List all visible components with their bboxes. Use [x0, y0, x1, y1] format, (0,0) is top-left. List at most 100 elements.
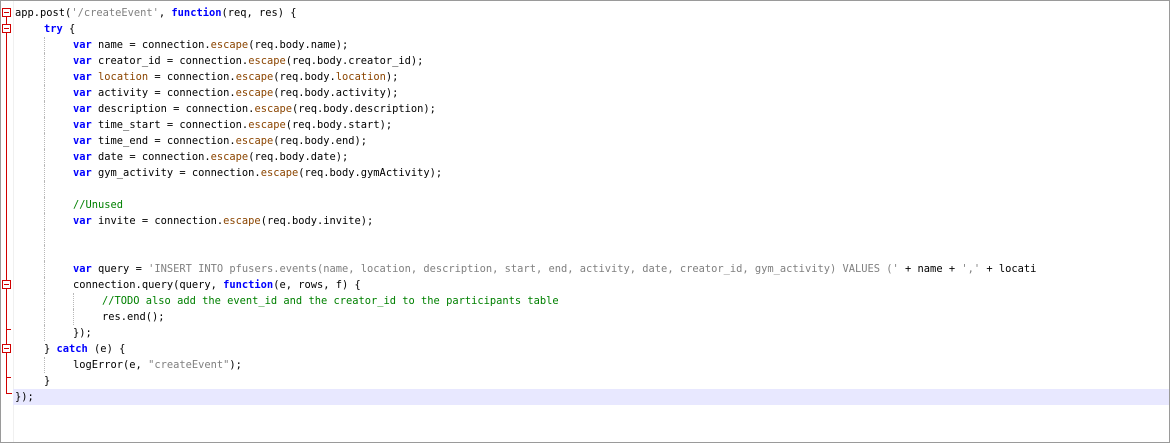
code-token: logError(e, — [73, 359, 149, 371]
code-token: creator_id = connection. — [91, 55, 249, 67]
code-line[interactable]: var location = connection.escape(req.bod… — [15, 69, 1169, 85]
code-token: } — [44, 343, 57, 355]
fold-collapse-icon[interactable] — [2, 344, 11, 353]
code-line[interactable]: logError(e, "createEvent"); — [15, 357, 1169, 373]
code-token: try — [44, 23, 63, 35]
fold-collapse-icon[interactable] — [2, 24, 11, 33]
indent-guide — [44, 309, 73, 325]
code-token: var — [73, 135, 92, 147]
fold-gutter — [1, 1, 14, 442]
code-token: escape — [260, 167, 299, 179]
fold-line — [6, 17, 7, 389]
indent-guide — [15, 37, 44, 53]
code-token: res.end(); — [102, 311, 165, 323]
indent-guide — [44, 85, 73, 101]
code-token: (req, res) { — [221, 7, 297, 19]
code-token: catch — [56, 343, 88, 355]
indent-guide — [44, 117, 73, 133]
code-lines[interactable]: app.post('/createEvent', function(req, r… — [13, 5, 1169, 405]
code-token: ); — [385, 71, 399, 83]
indent-guide — [44, 181, 73, 197]
code-token: var — [73, 103, 92, 115]
code-token: date = connection. — [91, 151, 211, 163]
indent-guide — [15, 229, 44, 245]
code-line[interactable]: }); — [13, 389, 1169, 405]
code-line[interactable]: var creator_id = connection.escape(req.b… — [15, 53, 1169, 69]
code-token: var — [73, 263, 92, 275]
fold-collapse-icon[interactable] — [2, 280, 11, 289]
code-token: var — [73, 215, 92, 227]
code-editor[interactable]: app.post('/createEvent', function(req, r… — [0, 0, 1170, 443]
code-line[interactable]: var time_end = connection.escape(req.bod… — [15, 133, 1169, 149]
indent-guide — [15, 117, 44, 133]
code-line[interactable]: res.end(); — [15, 309, 1169, 325]
code-token: + name + — [898, 263, 962, 275]
code-line[interactable]: } catch (e) { — [15, 341, 1169, 357]
code-line[interactable]: var query = 'INSERT INTO pfusers.events(… — [15, 261, 1169, 277]
code-token: activity = connection. — [91, 87, 236, 99]
code-token: function — [223, 279, 274, 291]
indent-guide — [15, 69, 44, 85]
code-token: ',' — [961, 263, 981, 275]
code-token: time_end = connection. — [91, 135, 236, 147]
indent-guide — [44, 149, 73, 165]
code-line[interactable] — [15, 181, 1169, 197]
code-token: }); — [15, 391, 34, 403]
indent-guide — [15, 85, 44, 101]
code-token: description = connection. — [91, 103, 255, 115]
fold-tick — [6, 377, 11, 378]
code-token: escape — [210, 151, 249, 163]
code-token: }); — [73, 327, 92, 339]
code-line[interactable]: //TODO also add the event_id and the cre… — [15, 293, 1169, 309]
fold-end-marker — [6, 388, 12, 394]
code-line[interactable]: } — [15, 373, 1169, 389]
code-token: query = — [91, 263, 149, 275]
indent-guide — [44, 133, 73, 149]
fold-collapse-icon[interactable] — [2, 8, 11, 17]
code-token: connection.query(query, — [73, 279, 224, 291]
code-token: escape — [210, 39, 249, 51]
code-token: var — [73, 119, 92, 131]
code-line[interactable] — [15, 229, 1169, 245]
code-line[interactable]: var date = connection.escape(req.body.da… — [15, 149, 1169, 165]
indent-guide — [15, 165, 44, 181]
code-line[interactable]: try { — [15, 21, 1169, 37]
code-line[interactable]: }); — [15, 325, 1169, 341]
code-token: escape — [254, 103, 292, 115]
indent-guide — [15, 181, 44, 197]
indent-guide — [15, 309, 44, 325]
code-line[interactable]: var time_start = connection.escape(req.b… — [15, 117, 1169, 133]
code-token: escape — [235, 87, 274, 99]
code-token: escape — [235, 135, 274, 147]
indent-guide — [44, 229, 73, 245]
code-token: escape — [223, 215, 261, 227]
code-token: //TODO also add the event_id and the cre… — [102, 295, 559, 307]
code-token: ); — [229, 359, 242, 371]
code-line[interactable]: var gym_activity = connection.escape(req… — [15, 165, 1169, 181]
code-line[interactable]: app.post('/createEvent', function(req, r… — [15, 5, 1169, 21]
indent-guide — [15, 21, 44, 37]
code-line[interactable]: connection.query(query, function(e, rows… — [15, 277, 1169, 293]
code-token: app.post( — [15, 7, 72, 19]
code-token: name = connection. — [91, 39, 211, 51]
indent-guide — [15, 197, 44, 213]
code-token: = connection. — [148, 71, 236, 83]
indent-guide — [44, 165, 73, 181]
code-line[interactable]: //Unused — [15, 197, 1169, 213]
indent-guide — [15, 357, 44, 373]
code-token: (req.body.name); — [248, 39, 349, 51]
indent-guide — [15, 133, 44, 149]
indent-guide — [44, 213, 73, 229]
code-line[interactable]: var name = connection.escape(req.body.na… — [15, 37, 1169, 53]
indent-guide — [15, 149, 44, 165]
code-line[interactable]: var invite = connection.escape(req.body.… — [15, 213, 1169, 229]
code-line[interactable]: var activity = connection.escape(req.bod… — [15, 85, 1169, 101]
code-line[interactable]: var description = connection.escape(req.… — [15, 101, 1169, 117]
code-line[interactable] — [15, 245, 1169, 261]
code-token: var — [73, 167, 92, 179]
indent-guide — [15, 373, 44, 389]
code-token: invite = connection. — [91, 215, 224, 227]
code-token: (req.body.gymActivity); — [298, 167, 443, 179]
code-token: (req.body.invite); — [260, 215, 374, 227]
indent-guide — [15, 261, 44, 277]
